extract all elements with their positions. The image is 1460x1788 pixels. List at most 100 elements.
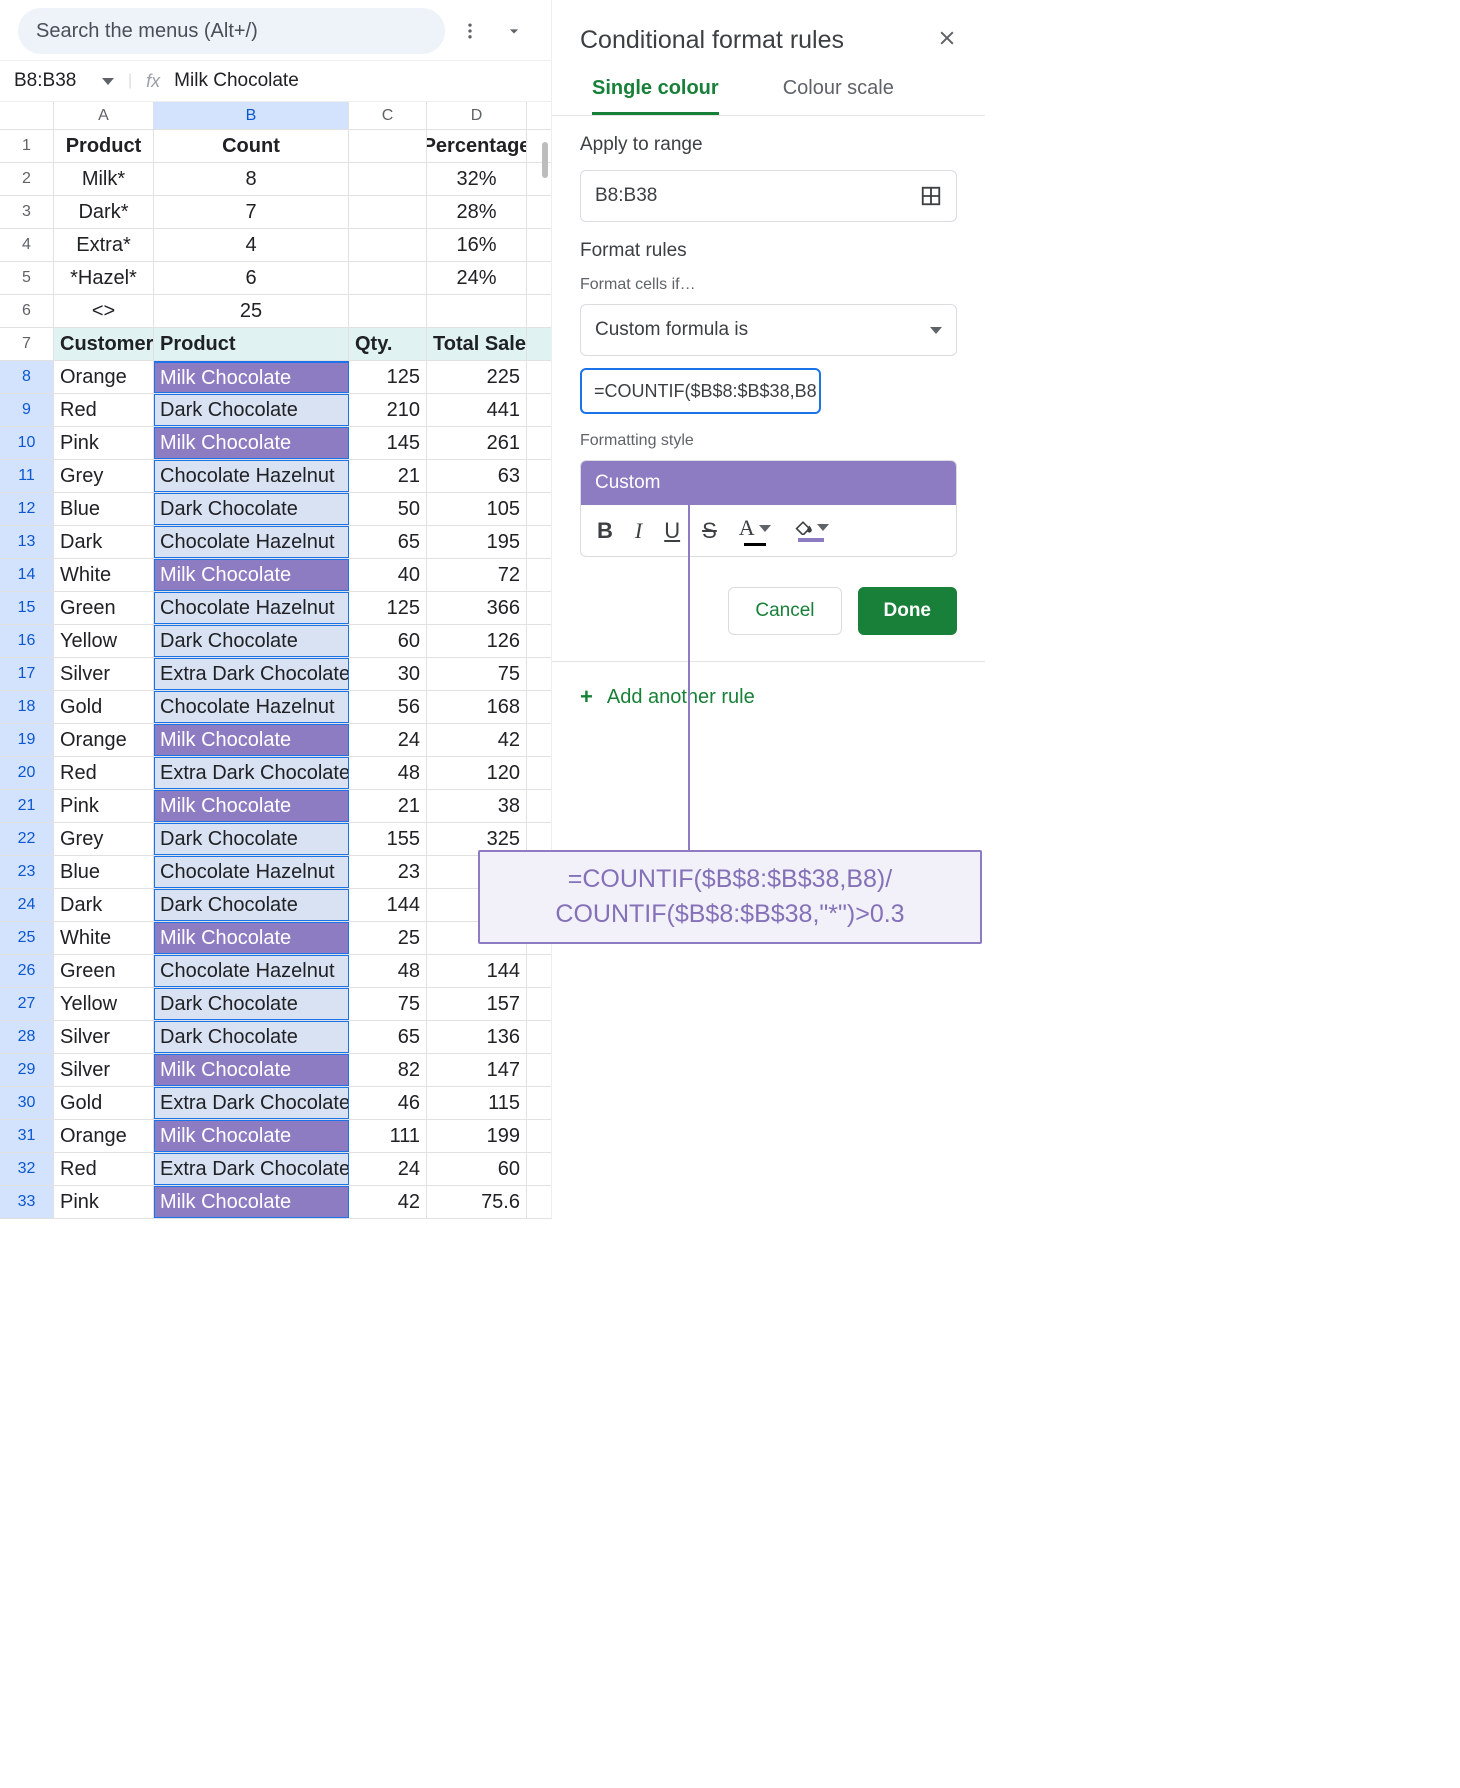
row-header[interactable]: 5 — [0, 262, 54, 294]
cell[interactable]: 21 — [349, 460, 427, 492]
col-header[interactable]: A — [54, 102, 154, 129]
cell[interactable]: Dark Chocolate — [154, 625, 349, 657]
row-header[interactable]: 7 — [0, 328, 54, 360]
cell[interactable]: 25 — [154, 295, 349, 327]
cell[interactable]: 120 — [427, 757, 527, 789]
row-header[interactable]: 23 — [0, 856, 54, 888]
cell[interactable]: Milk Chocolate — [154, 427, 349, 459]
cell[interactable]: 145 — [349, 427, 427, 459]
cell[interactable]: 25 — [349, 922, 427, 954]
cell[interactable]: 366 — [427, 592, 527, 624]
row-header[interactable]: 31 — [0, 1120, 54, 1152]
cell[interactable]: 7 — [154, 196, 349, 228]
cell[interactable] — [349, 295, 427, 327]
cell[interactable]: Dark — [54, 526, 154, 558]
cell[interactable]: 65 — [349, 1021, 427, 1053]
cell[interactable]: 23 — [349, 856, 427, 888]
cell[interactable]: 40 — [349, 559, 427, 591]
row-header[interactable]: 26 — [0, 955, 54, 987]
cell[interactable]: Blue — [54, 856, 154, 888]
cell[interactable] — [349, 130, 427, 162]
cell[interactable]: *Hazel* — [54, 262, 154, 294]
cell[interactable]: Silver — [54, 658, 154, 690]
cell[interactable]: Dark — [54, 889, 154, 921]
cell[interactable]: 24 — [349, 1153, 427, 1185]
cell[interactable]: Milk Chocolate — [154, 1054, 349, 1086]
cell[interactable]: Extra Dark Chocolate — [154, 757, 349, 789]
style-preview[interactable]: Custom — [581, 461, 956, 505]
row-header[interactable]: 22 — [0, 823, 54, 855]
row-header[interactable]: 8 — [0, 361, 54, 393]
cell[interactable]: Yellow — [54, 625, 154, 657]
cell[interactable]: 24 — [349, 724, 427, 756]
cell[interactable]: Qty. — [349, 328, 427, 360]
cell[interactable]: Milk Chocolate — [154, 1186, 349, 1218]
grid-select-icon[interactable] — [920, 185, 942, 207]
cell[interactable]: Dark Chocolate — [154, 1021, 349, 1053]
cell[interactable]: Milk Chocolate — [154, 922, 349, 954]
row-header[interactable]: 29 — [0, 1054, 54, 1086]
row-header[interactable]: 32 — [0, 1153, 54, 1185]
row-header[interactable]: 30 — [0, 1087, 54, 1119]
tab-single-colour[interactable]: Single colour — [592, 73, 719, 115]
cell[interactable]: Orange — [54, 724, 154, 756]
cell[interactable]: 82 — [349, 1054, 427, 1086]
col-header[interactable]: C — [349, 102, 427, 129]
cell[interactable]: 65 — [349, 526, 427, 558]
cell[interactable]: White — [54, 922, 154, 954]
row-header[interactable]: 28 — [0, 1021, 54, 1053]
cell[interactable]: 21 — [349, 790, 427, 822]
cell[interactable]: Dark Chocolate — [154, 493, 349, 525]
done-button[interactable]: Done — [858, 587, 958, 635]
cell[interactable]: Red — [54, 1153, 154, 1185]
row-header[interactable]: 16 — [0, 625, 54, 657]
cell[interactable]: 144 — [349, 889, 427, 921]
cell[interactable]: 441 — [427, 394, 527, 426]
cell[interactable]: Grey — [54, 460, 154, 492]
cell[interactable]: 16% — [427, 229, 527, 261]
strikethrough-button[interactable]: S — [702, 518, 717, 544]
select-all-corner[interactable] — [0, 102, 54, 129]
italic-button[interactable]: I — [635, 518, 642, 544]
cell[interactable]: 157 — [427, 988, 527, 1020]
cell[interactable]: Extra Dark Chocolate — [154, 1153, 349, 1185]
cell[interactable]: Chocolate Hazelnut — [154, 460, 349, 492]
cell[interactable]: Red — [54, 394, 154, 426]
cell[interactable]: Dark Chocolate — [154, 889, 349, 921]
row-header[interactable]: 1 — [0, 130, 54, 162]
cell[interactable]: 72 — [427, 559, 527, 591]
cell[interactable]: 50 — [349, 493, 427, 525]
cell[interactable]: Dark Chocolate — [154, 394, 349, 426]
row-header[interactable]: 24 — [0, 889, 54, 921]
cell[interactable]: Product — [54, 130, 154, 162]
spreadsheet-grid[interactable]: A B C D 1ProductCountPercentage2Milk*832… — [0, 102, 551, 1219]
cell[interactable]: 32% — [427, 163, 527, 195]
cell[interactable]: Pink — [54, 427, 154, 459]
cell[interactable]: Yellow — [54, 988, 154, 1020]
expand-menu-icon[interactable] — [495, 12, 533, 50]
cell[interactable]: 75.6 — [427, 1186, 527, 1218]
cell[interactable]: Milk* — [54, 163, 154, 195]
cell[interactable]: 261 — [427, 427, 527, 459]
cell[interactable]: Chocolate Hazelnut — [154, 526, 349, 558]
row-header[interactable]: 10 — [0, 427, 54, 459]
scrollbar[interactable] — [542, 142, 548, 178]
row-header[interactable]: 33 — [0, 1186, 54, 1218]
cancel-button[interactable]: Cancel — [728, 587, 841, 635]
cell[interactable]: 30 — [349, 658, 427, 690]
cell[interactable]: Chocolate Hazelnut — [154, 955, 349, 987]
cell[interactable]: Milk Chocolate — [154, 724, 349, 756]
row-header[interactable]: 13 — [0, 526, 54, 558]
cell[interactable]: Pink — [54, 790, 154, 822]
row-header[interactable]: 9 — [0, 394, 54, 426]
col-header[interactable]: D — [427, 102, 527, 129]
cell[interactable]: Pink — [54, 1186, 154, 1218]
cell[interactable]: 60 — [349, 625, 427, 657]
cell[interactable]: 147 — [427, 1054, 527, 1086]
cell[interactable]: Dark* — [54, 196, 154, 228]
custom-formula-input[interactable]: =COUNTIF($B$8:$B$38,B8 — [580, 368, 821, 414]
underline-button[interactable]: U — [664, 518, 680, 544]
text-color-button[interactable]: A — [739, 515, 771, 546]
cell[interactable]: Count — [154, 130, 349, 162]
cell[interactable]: Milk Chocolate — [154, 559, 349, 591]
